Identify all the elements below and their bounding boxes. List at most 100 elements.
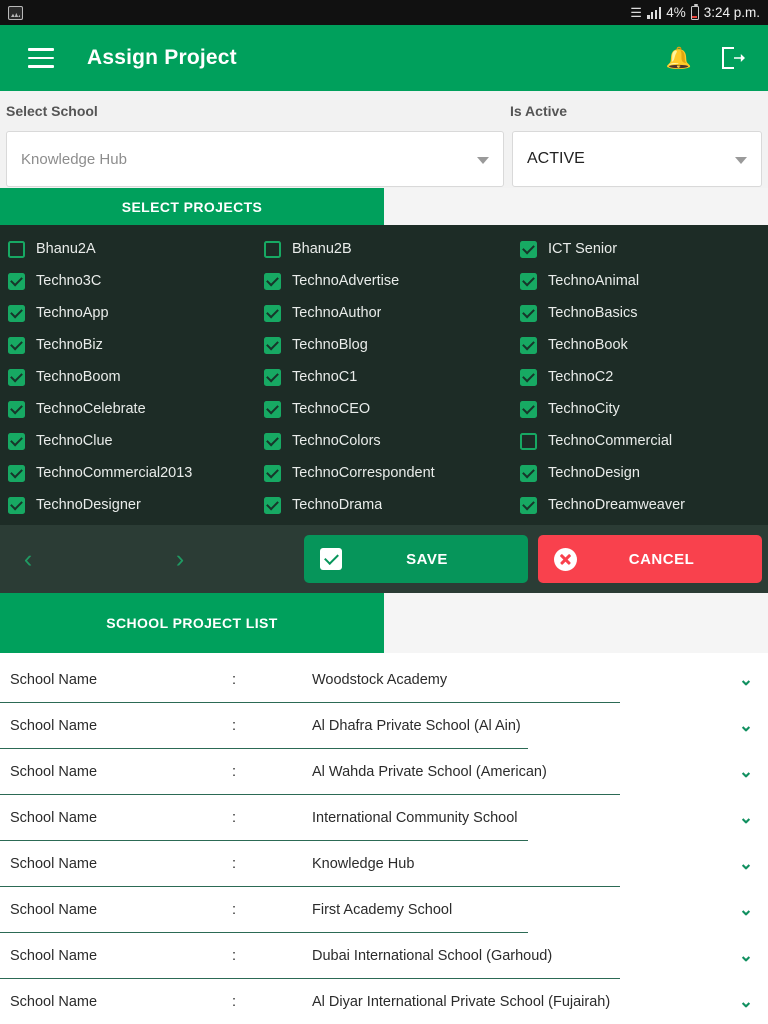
project-checkbox-item[interactable]: TechnoBiz <box>0 329 256 361</box>
project-checkbox-item[interactable]: TechnoC2 <box>512 361 768 393</box>
checkbox-checked-icon[interactable] <box>264 304 281 322</box>
checkbox-checked-icon[interactable] <box>520 368 537 386</box>
project-checkbox-label: TechnoCommercial2013 <box>36 465 193 481</box>
school-list-row[interactable]: School Name: Al Wahda Private School (Ame… <box>0 749 768 795</box>
project-checkbox-item[interactable]: TechnoCommercial2013 <box>0 457 256 489</box>
project-checkbox-item[interactable]: TechnoCity <box>512 393 768 425</box>
checkbox-checked-icon[interactable] <box>8 272 25 290</box>
project-checkbox-item[interactable]: TechnoCommercial <box>512 425 768 457</box>
checkbox-checked-icon[interactable] <box>8 496 25 514</box>
project-checkbox-item[interactable]: TechnoBlog <box>256 329 512 361</box>
project-checkbox-item[interactable]: TechnoClue <box>0 425 256 457</box>
chevron-left-icon[interactable]: ‹ <box>16 546 40 572</box>
school-name-label: School Name <box>10 764 98 780</box>
select-school-dropdown[interactable]: Knowledge Hub <box>6 131 504 187</box>
project-checkbox-item[interactable]: TechnoDesigner <box>0 489 256 521</box>
school-name-label: School Name <box>10 902 98 918</box>
project-checkbox-item[interactable]: TechnoBook <box>512 329 768 361</box>
chevron-down-icon[interactable]: ⌄ <box>724 716 768 736</box>
checkbox-checked-icon[interactable] <box>264 336 281 354</box>
school-list-row[interactable]: School Name: Al Diyar International Priva… <box>0 979 768 1024</box>
chevron-down-icon[interactable]: ⌄ <box>724 670 768 690</box>
checkbox-checked-icon[interactable] <box>8 432 25 450</box>
chevron-down-icon[interactable]: ⌄ <box>724 992 768 1012</box>
hamburger-menu-icon[interactable] <box>28 48 54 68</box>
checkbox-checked-icon[interactable] <box>8 336 25 354</box>
project-checkbox-item[interactable] <box>512 521 768 525</box>
checkbox-checked-icon[interactable] <box>264 496 281 514</box>
project-checkbox-item[interactable]: Bhanu2B <box>256 233 512 265</box>
checkbox-checked-icon[interactable] <box>264 400 281 418</box>
project-checkbox-item[interactable]: Bhanu2A <box>0 233 256 265</box>
project-checkbox-item[interactable]: TechnoCelebrate <box>0 393 256 425</box>
checkbox-unchecked-icon[interactable] <box>264 240 281 258</box>
chevron-down-icon[interactable]: ⌄ <box>724 762 768 782</box>
is-active-dropdown[interactable]: ACTIVE <box>512 131 762 187</box>
project-checkbox-item[interactable]: TechnoC1 <box>256 361 512 393</box>
checkbox-checked-icon[interactable] <box>520 496 537 514</box>
tab-select-projects[interactable]: SELECT PROJECTS <box>0 188 384 225</box>
checkbox-checked-icon[interactable] <box>264 464 281 482</box>
logout-icon[interactable] <box>722 47 746 69</box>
project-checkbox-item[interactable]: TechnoColors <box>256 425 512 457</box>
checkbox-checked-icon[interactable] <box>8 400 25 418</box>
status-bar-right: ☰ 4% 3:24 p.m. <box>630 3 760 20</box>
school-list-row[interactable]: School Name: First Academy School ⌄ <box>0 887 768 933</box>
checkbox-checked-icon[interactable] <box>520 464 537 482</box>
checkbox-checked-icon[interactable] <box>520 336 537 354</box>
project-checkbox-item[interactable]: TechnoDreamweaver <box>512 489 768 521</box>
project-checkbox-item[interactable]: TechnoAnimal <box>512 265 768 297</box>
project-checkbox-item[interactable]: TechnoDrama <box>256 489 512 521</box>
checkbox-checked-icon[interactable] <box>8 368 25 386</box>
save-button[interactable]: SAVE <box>304 535 528 583</box>
cancel-button[interactable]: CANCEL <box>538 535 762 583</box>
project-checkbox-item[interactable]: TechnoCorrespondent <box>256 457 512 489</box>
school-list-row[interactable]: School Name: Woodstock Academy ⌄ <box>0 657 768 703</box>
project-checkbox-label: TechnoBlog <box>292 337 368 353</box>
project-checkbox-item[interactable]: TechnoBasics <box>512 297 768 329</box>
project-checkbox-item[interactable] <box>0 521 256 525</box>
school-project-list-tabbar: SCHOOL PROJECT LIST <box>0 593 768 653</box>
project-checkbox-label: TechnoDesigner <box>36 497 141 513</box>
project-checkbox-item[interactable]: Techno3C <box>0 265 256 297</box>
checkbox-checked-icon[interactable] <box>520 272 537 290</box>
checkbox-checked-icon[interactable] <box>520 304 537 322</box>
project-checkbox-item[interactable]: TechnoDesign <box>512 457 768 489</box>
checkbox-checked-icon[interactable] <box>264 368 281 386</box>
notifications-bell-icon[interactable]: 🔔 <box>666 48 692 69</box>
chevron-down-icon[interactable]: ⌄ <box>724 900 768 920</box>
project-checkbox-item[interactable]: TechnoBoom <box>0 361 256 393</box>
checkbox-checked-icon[interactable] <box>264 272 281 290</box>
project-checkbox-item[interactable]: TechnoAdvertise <box>256 265 512 297</box>
chevron-down-icon[interactable]: ⌄ <box>724 946 768 966</box>
project-checkbox-label: TechnoCEO <box>292 401 371 417</box>
checkbox-checked-icon[interactable] <box>520 400 537 418</box>
project-checkbox-item[interactable]: ICT Senior <box>512 233 768 265</box>
chevron-right-icon[interactable]: › <box>168 546 192 572</box>
school-list-row[interactable]: School Name: Dubai International School (… <box>0 933 768 979</box>
project-checkbox-item[interactable]: TechnoApp <box>0 297 256 329</box>
school-list-row[interactable]: School Name: International Community Scho… <box>0 795 768 841</box>
tab-school-project-list[interactable]: SCHOOL PROJECT LIST <box>0 593 384 653</box>
is-active-label: Is Active <box>510 103 568 119</box>
checkbox-checked-icon[interactable] <box>8 304 25 322</box>
project-checkbox-item[interactable]: TechnoAuthor <box>256 297 512 329</box>
checkbox-checked-icon[interactable] <box>520 240 537 258</box>
project-checkbox-item[interactable]: TechnoCEO <box>256 393 512 425</box>
school-list-row[interactable]: School Name: Knowledge Hub ⌄ <box>0 841 768 887</box>
chevron-down-icon[interactable]: ⌄ <box>724 808 768 828</box>
checkbox-unchecked-icon[interactable] <box>8 240 25 258</box>
checkbox-unchecked-icon[interactable] <box>520 432 537 450</box>
checkbox-checked-icon[interactable] <box>8 464 25 482</box>
project-checkbox-item[interactable] <box>256 521 512 525</box>
cancel-button-label: CANCEL <box>628 550 695 568</box>
chevron-down-icon[interactable]: ⌄ <box>724 854 768 874</box>
school-row-separator: : <box>232 856 237 872</box>
select-school-label: Select School <box>6 103 98 119</box>
project-checkbox-label: TechnoAuthor <box>292 305 382 321</box>
checkbox-checked-icon[interactable] <box>264 432 281 450</box>
school-name-label: School Name <box>10 672 98 688</box>
school-list-row[interactable]: School Name: Al Dhafra Private School (Al… <box>0 703 768 749</box>
project-checkbox-label: Bhanu2A <box>36 241 96 257</box>
image-icon <box>8 5 23 20</box>
